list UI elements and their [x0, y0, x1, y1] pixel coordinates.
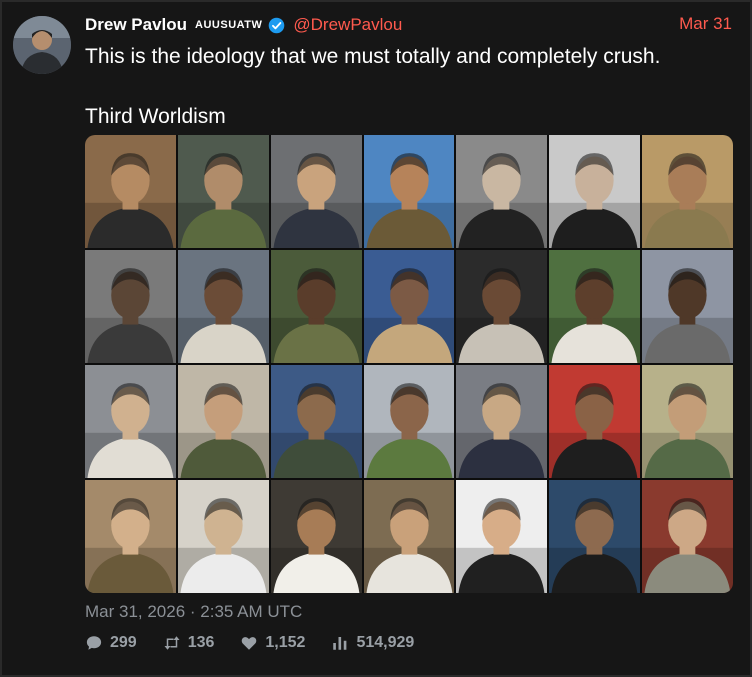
collage-photo[interactable]	[270, 480, 362, 593]
tweet-text: This is the ideology that we must totall…	[85, 45, 661, 128]
collage-photo[interactable]	[363, 480, 455, 593]
collage-photo[interactable]	[363, 135, 455, 248]
portrait-image	[177, 250, 269, 363]
portrait-image	[85, 250, 176, 363]
author-handle[interactable]: @DrewPavlou	[293, 15, 402, 35]
collage-photo[interactable]	[456, 365, 548, 478]
collage-photo[interactable]	[456, 250, 548, 363]
collage-photo[interactable]	[549, 135, 641, 248]
collage-photo[interactable]	[85, 250, 176, 363]
portrait-image	[363, 250, 455, 363]
heart-icon	[242, 637, 257, 650]
collage-photo[interactable]	[549, 250, 641, 363]
collage-photo[interactable]	[85, 135, 176, 248]
portrait-image	[85, 365, 176, 478]
portrait-image	[642, 480, 733, 593]
portrait-image	[549, 365, 641, 478]
avatar[interactable]	[13, 16, 71, 74]
collage-photo[interactable]	[642, 135, 733, 248]
portrait-image	[363, 480, 455, 593]
avatar-image	[13, 16, 71, 74]
tweet-timestamp[interactable]: Mar 31, 2026 · 2:35 AM UTC	[85, 602, 302, 622]
tweet-date[interactable]: Mar 31	[679, 14, 732, 34]
portrait-image	[549, 250, 641, 363]
author-flair: AUUSUATW	[195, 19, 263, 31]
collage-photo[interactable]	[456, 135, 548, 248]
portrait-image	[549, 135, 641, 248]
portrait-image	[270, 250, 362, 363]
image-collage[interactable]	[85, 135, 733, 593]
collage-photo[interactable]	[270, 250, 362, 363]
portrait-image	[456, 365, 548, 478]
collage-photo[interactable]	[270, 135, 362, 248]
like-count: 1,152	[265, 634, 306, 651]
collage-photo[interactable]	[549, 365, 641, 478]
author-name[interactable]: Drew Pavlou	[85, 15, 187, 35]
portrait-image	[456, 135, 548, 248]
portrait-image	[270, 480, 362, 593]
collage-photo[interactable]	[456, 480, 548, 593]
collage-photo[interactable]	[549, 480, 641, 593]
portrait-image	[177, 480, 269, 593]
portrait-image	[85, 135, 176, 248]
collage-photo[interactable]	[177, 250, 269, 363]
portrait-image	[363, 365, 455, 478]
collage-photo[interactable]	[642, 365, 733, 478]
collage-photo[interactable]	[177, 480, 269, 593]
portrait-image	[456, 250, 548, 363]
retweet-icon	[164, 636, 180, 650]
retweet-count: 136	[187, 634, 215, 651]
portrait-image	[177, 135, 269, 248]
tweet-header: Drew Pavlou AUUSUATW @DrewPavlou Mar 31	[85, 12, 732, 38]
portrait-image	[270, 135, 362, 248]
portrait-image	[456, 480, 548, 593]
bar-chart-icon	[333, 637, 347, 650]
reply-stat[interactable]: 299	[85, 634, 137, 652]
collage-photo[interactable]	[177, 365, 269, 478]
collage-photo[interactable]	[270, 365, 362, 478]
verified-badge-icon	[269, 17, 285, 33]
tweet-stats: 299 136 1,152 514,929	[85, 634, 414, 652]
portrait-image	[642, 135, 733, 248]
portrait-image	[85, 480, 176, 593]
portrait-image	[177, 365, 269, 478]
collage-photo[interactable]	[85, 480, 176, 593]
reply-icon	[86, 636, 102, 650]
collage-photo[interactable]	[642, 250, 733, 363]
reply-count: 299	[110, 634, 137, 651]
portrait-image	[642, 365, 733, 478]
collage-photo[interactable]	[363, 365, 455, 478]
collage-photo[interactable]	[363, 250, 455, 363]
portrait-image	[270, 365, 362, 478]
portrait-image	[642, 250, 733, 363]
retweet-stat[interactable]: 136	[163, 634, 215, 652]
portrait-image	[363, 135, 455, 248]
views-count: 514,929	[356, 634, 415, 651]
collage-photo[interactable]	[85, 365, 176, 478]
views-stat[interactable]: 514,929	[331, 634, 414, 652]
collage-photo[interactable]	[642, 480, 733, 593]
like-stat[interactable]: 1,152	[240, 634, 305, 652]
collage-photo[interactable]	[177, 135, 269, 248]
portrait-image	[549, 480, 641, 593]
